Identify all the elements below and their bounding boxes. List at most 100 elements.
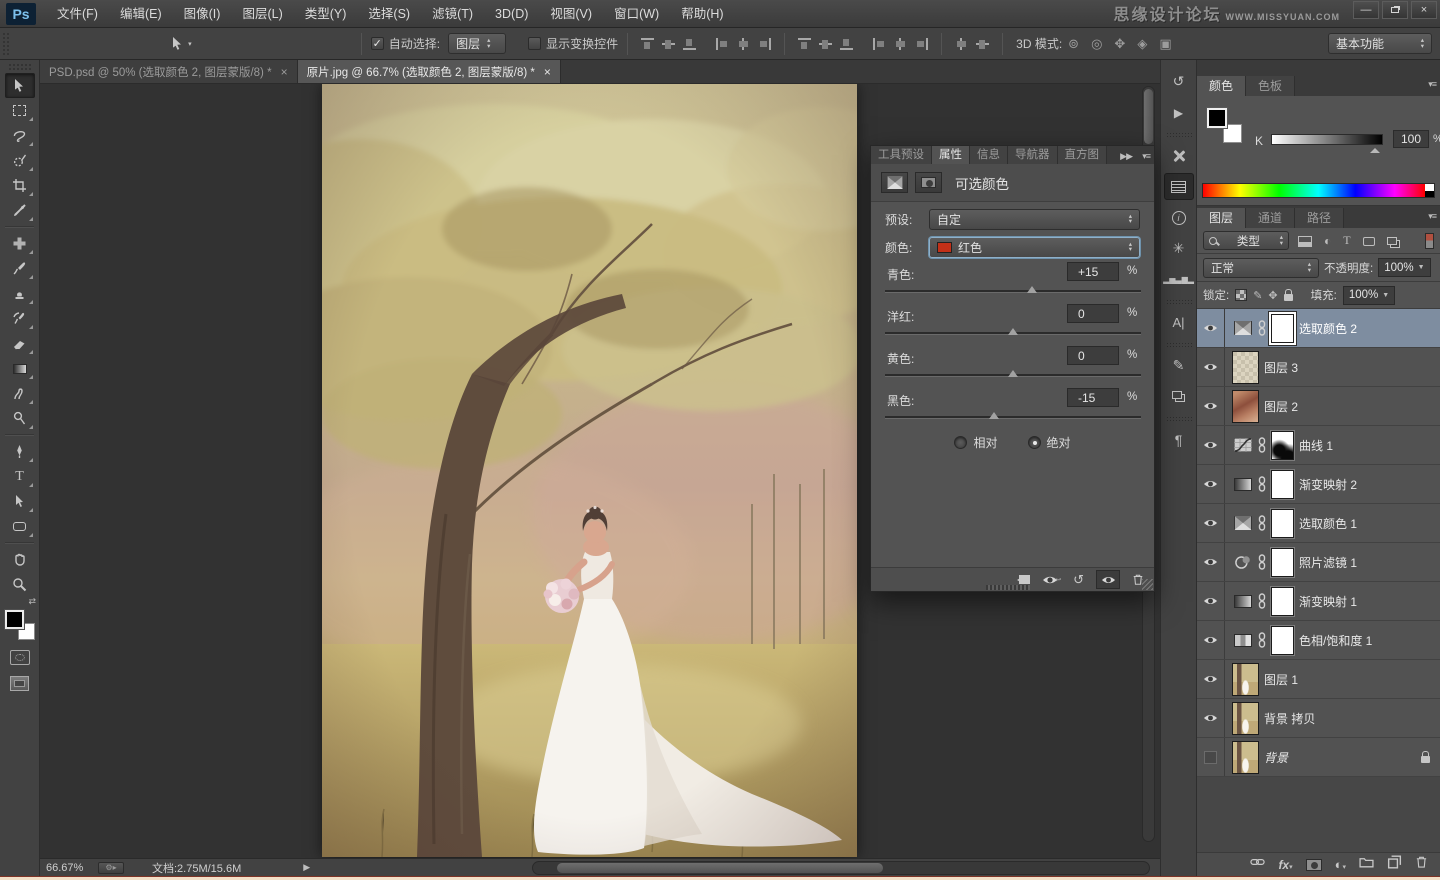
workspace-switcher[interactable]: 基本功能 ▴ ▾ xyxy=(1328,33,1432,54)
align-top-icon[interactable] xyxy=(641,37,655,50)
visibility-toggle[interactable] xyxy=(1197,660,1225,698)
panel-drag-grip[interactable] xyxy=(986,585,1030,590)
layer-name[interactable]: 选取颜色 1 xyxy=(1299,515,1357,532)
view-previous-state-icon[interactable]: ↩ xyxy=(1042,575,1061,585)
k-slider-thumb[interactable] xyxy=(1370,143,1380,153)
eraser-tool[interactable] xyxy=(5,331,35,356)
3d-slide-icon[interactable]: ◈ xyxy=(1137,36,1147,52)
yellow-slider[interactable] xyxy=(885,370,1141,377)
layer-name[interactable]: 背景 xyxy=(1264,749,1288,766)
align-bottom-icon[interactable] xyxy=(683,38,697,50)
layer-row-gradient-map-2[interactable]: 渐变映射 2 xyxy=(1197,465,1440,504)
preset-dropdown[interactable]: 自定 ▴ ▾ xyxy=(929,208,1140,230)
color-dropdown[interactable]: 红色 ▴ ▾ xyxy=(929,236,1140,258)
move-tool[interactable] xyxy=(4,73,35,98)
layer-name[interactable]: 选取颜色 2 xyxy=(1299,320,1357,337)
link-layers-icon[interactable] xyxy=(1250,855,1265,874)
filter-pixel-layers-icon[interactable] xyxy=(1298,234,1312,248)
k-value-field[interactable]: 100 xyxy=(1393,130,1429,148)
clone-stamp-tool[interactable] xyxy=(5,281,35,306)
photo-document[interactable] xyxy=(322,84,857,857)
fill-field[interactable]: 100% ▼ xyxy=(1342,285,1396,305)
tab-tool-presets[interactable]: 工具预设 xyxy=(871,146,932,164)
horizontal-scrollbar-thumb[interactable] xyxy=(557,863,883,873)
tab-paths[interactable]: 路径 xyxy=(1295,208,1345,228)
relative-radio-circle[interactable] xyxy=(954,436,968,449)
layer-name[interactable]: 图层 2 xyxy=(1264,398,1298,415)
layer-thumbnail[interactable] xyxy=(1232,389,1259,423)
filter-type-layers-icon[interactable]: T xyxy=(1343,233,1350,248)
layer-row-curves-1[interactable]: 曲线 1 xyxy=(1197,426,1440,465)
visibility-toggle[interactable] xyxy=(1197,348,1225,386)
layer-row-gradient-map-1[interactable]: 渐变映射 1 xyxy=(1197,582,1440,621)
dodge-tool[interactable] xyxy=(5,406,35,431)
new-group-icon[interactable] xyxy=(1359,855,1374,874)
collapse-arrows-icon[interactable]: ▶▶ xyxy=(1120,151,1133,162)
visibility-toggle[interactable] xyxy=(1197,504,1225,542)
distribute-widths-icon[interactable] xyxy=(955,37,968,50)
filter-adjustment-layers-icon[interactable]: ◐ xyxy=(1324,234,1331,248)
dock-grip[interactable] xyxy=(1165,416,1192,422)
layer-row-background[interactable]: 背景 xyxy=(1197,738,1440,777)
menu-edit[interactable]: 编辑(E) xyxy=(109,0,173,28)
layer-name[interactable]: 色相/饱和度 1 xyxy=(1299,632,1372,649)
type-tool[interactable]: T xyxy=(5,464,35,489)
auto-select-dropdown[interactable]: 图层 ▴ ▾ xyxy=(448,33,507,54)
healing-brush-tool[interactable] xyxy=(5,231,35,256)
clip-to-layer-icon[interactable] xyxy=(1017,575,1031,584)
zoom-tool[interactable] xyxy=(5,572,35,597)
relative-radio[interactable]: 相对 xyxy=(954,434,998,451)
tab-color[interactable]: 颜色 xyxy=(1197,76,1247,96)
distribute-vcenter-icon[interactable] xyxy=(819,38,833,50)
visibility-toggle[interactable] xyxy=(1197,465,1225,503)
dock-grip[interactable] xyxy=(1165,299,1192,305)
layer-thumbnail[interactable] xyxy=(1232,350,1259,384)
pen-tool[interactable] xyxy=(5,439,35,464)
paragraph-panel-icon[interactable]: ¶ xyxy=(1164,426,1194,453)
menu-image[interactable]: 图像(I) xyxy=(173,0,232,28)
dock-grip[interactable] xyxy=(1165,132,1192,138)
visibility-toggle[interactable] xyxy=(1197,426,1225,464)
distribute-hcenter-icon[interactable] xyxy=(894,37,907,50)
swap-colors-icon[interactable]: ⇄ xyxy=(0,597,39,606)
menu-type[interactable]: 类型(Y) xyxy=(294,0,358,28)
document-tab-psd[interactable]: PSD.psd @ 50% (选取颜色 2, 图层蒙版/8) * × xyxy=(40,60,298,83)
horizontal-scrollbar[interactable] xyxy=(532,861,1150,875)
layer-mask-thumbnail[interactable] xyxy=(1271,586,1294,616)
navigator-panel-icon[interactable]: ✳ xyxy=(1164,235,1194,262)
black-value-field[interactable]: -15 xyxy=(1067,388,1119,407)
vertical-scrollbar-thumb[interactable] xyxy=(1144,89,1153,144)
magenta-slider[interactable] xyxy=(885,328,1141,335)
3d-rotate-icon[interactable]: ⊚ xyxy=(1068,36,1079,52)
menu-help[interactable]: 帮助(H) xyxy=(670,0,734,28)
new-adjustment-layer-icon[interactable]: ◐▾ xyxy=(1335,857,1346,872)
crop-tool[interactable] xyxy=(5,173,35,198)
menu-layer[interactable]: 图层(L) xyxy=(231,0,293,28)
visibility-toggle[interactable] xyxy=(1197,738,1225,776)
info-panel-icon[interactable]: i xyxy=(1164,204,1194,231)
histogram-panel-icon[interactable]: ▂▅▃▆▂ xyxy=(1163,266,1194,293)
visibility-toggle[interactable] xyxy=(1197,699,1225,737)
panel-menu-icon[interactable]: ▾≡ xyxy=(1428,211,1437,222)
hidden-eye-well[interactable] xyxy=(1204,750,1217,764)
filter-shape-layers-icon[interactable] xyxy=(1362,234,1375,248)
3d-roll-icon[interactable]: ◎ xyxy=(1091,36,1102,52)
align-right-icon[interactable] xyxy=(758,37,772,50)
close-tab-icon[interactable]: × xyxy=(281,66,288,78)
minimize-button[interactable]: — xyxy=(1353,1,1379,19)
align-vcenter-icon[interactable] xyxy=(662,38,676,50)
layer-style-icon[interactable]: fx▾ xyxy=(1278,858,1292,872)
lock-all-icon[interactable] xyxy=(1283,288,1293,301)
layer-name[interactable]: 渐变映射 2 xyxy=(1299,476,1357,493)
selective-color-badge-icon[interactable] xyxy=(881,172,908,193)
black-slider[interactable] xyxy=(885,412,1141,419)
quick-mask-button[interactable] xyxy=(9,650,30,665)
3d-drag-icon[interactable]: ✥ xyxy=(1114,36,1125,52)
lock-transparency-icon[interactable] xyxy=(1235,289,1248,301)
character-panel-icon[interactable]: A| xyxy=(1164,309,1194,336)
k-slider[interactable] xyxy=(1271,134,1383,153)
visibility-toggle[interactable] xyxy=(1197,621,1225,659)
auto-select-checkbox[interactable]: ✓ xyxy=(370,37,384,50)
menu-view[interactable]: 视图(V) xyxy=(539,0,603,28)
layer-mask-thumbnail[interactable] xyxy=(1271,547,1294,577)
